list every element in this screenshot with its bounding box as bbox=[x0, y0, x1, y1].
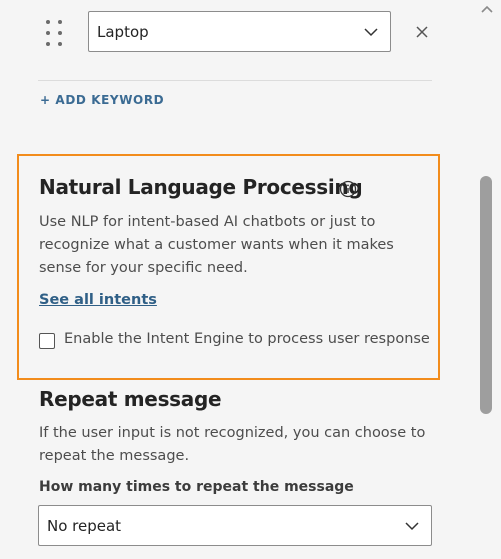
close-icon[interactable] bbox=[413, 23, 431, 41]
intent-engine-checkbox-label[interactable]: Enable the Intent Engine to process user… bbox=[64, 331, 430, 347]
keyword-select-value: Laptop bbox=[97, 22, 149, 41]
repeat-title: Repeat message bbox=[39, 387, 222, 411]
info-icon[interactable] bbox=[339, 180, 357, 198]
drag-handle-icon[interactable] bbox=[46, 20, 64, 46]
nlp-title: Natural Language Processing bbox=[39, 175, 363, 199]
repeat-select-value: No repeat bbox=[47, 516, 122, 535]
keyword-select[interactable]: Laptop bbox=[88, 11, 391, 52]
scrollbar-thumb[interactable] bbox=[480, 176, 492, 414]
repeat-description: If the user input is not recognized, you… bbox=[39, 425, 426, 464]
add-keyword-button[interactable]: + ADD KEYWORD bbox=[40, 93, 164, 107]
chevron-up-icon[interactable] bbox=[481, 5, 493, 14]
divider bbox=[38, 80, 432, 81]
repeat-select[interactable]: No repeat bbox=[38, 505, 432, 546]
see-all-intents-link[interactable]: See all intents bbox=[39, 292, 157, 308]
chevron-down-icon bbox=[405, 521, 419, 530]
intent-engine-checkbox[interactable] bbox=[39, 333, 55, 349]
chevron-down-icon bbox=[364, 27, 378, 36]
nlp-description: Use NLP for intent-based AI chatbots or … bbox=[39, 214, 394, 276]
repeat-field-label: How many times to repeat the message bbox=[39, 479, 354, 495]
